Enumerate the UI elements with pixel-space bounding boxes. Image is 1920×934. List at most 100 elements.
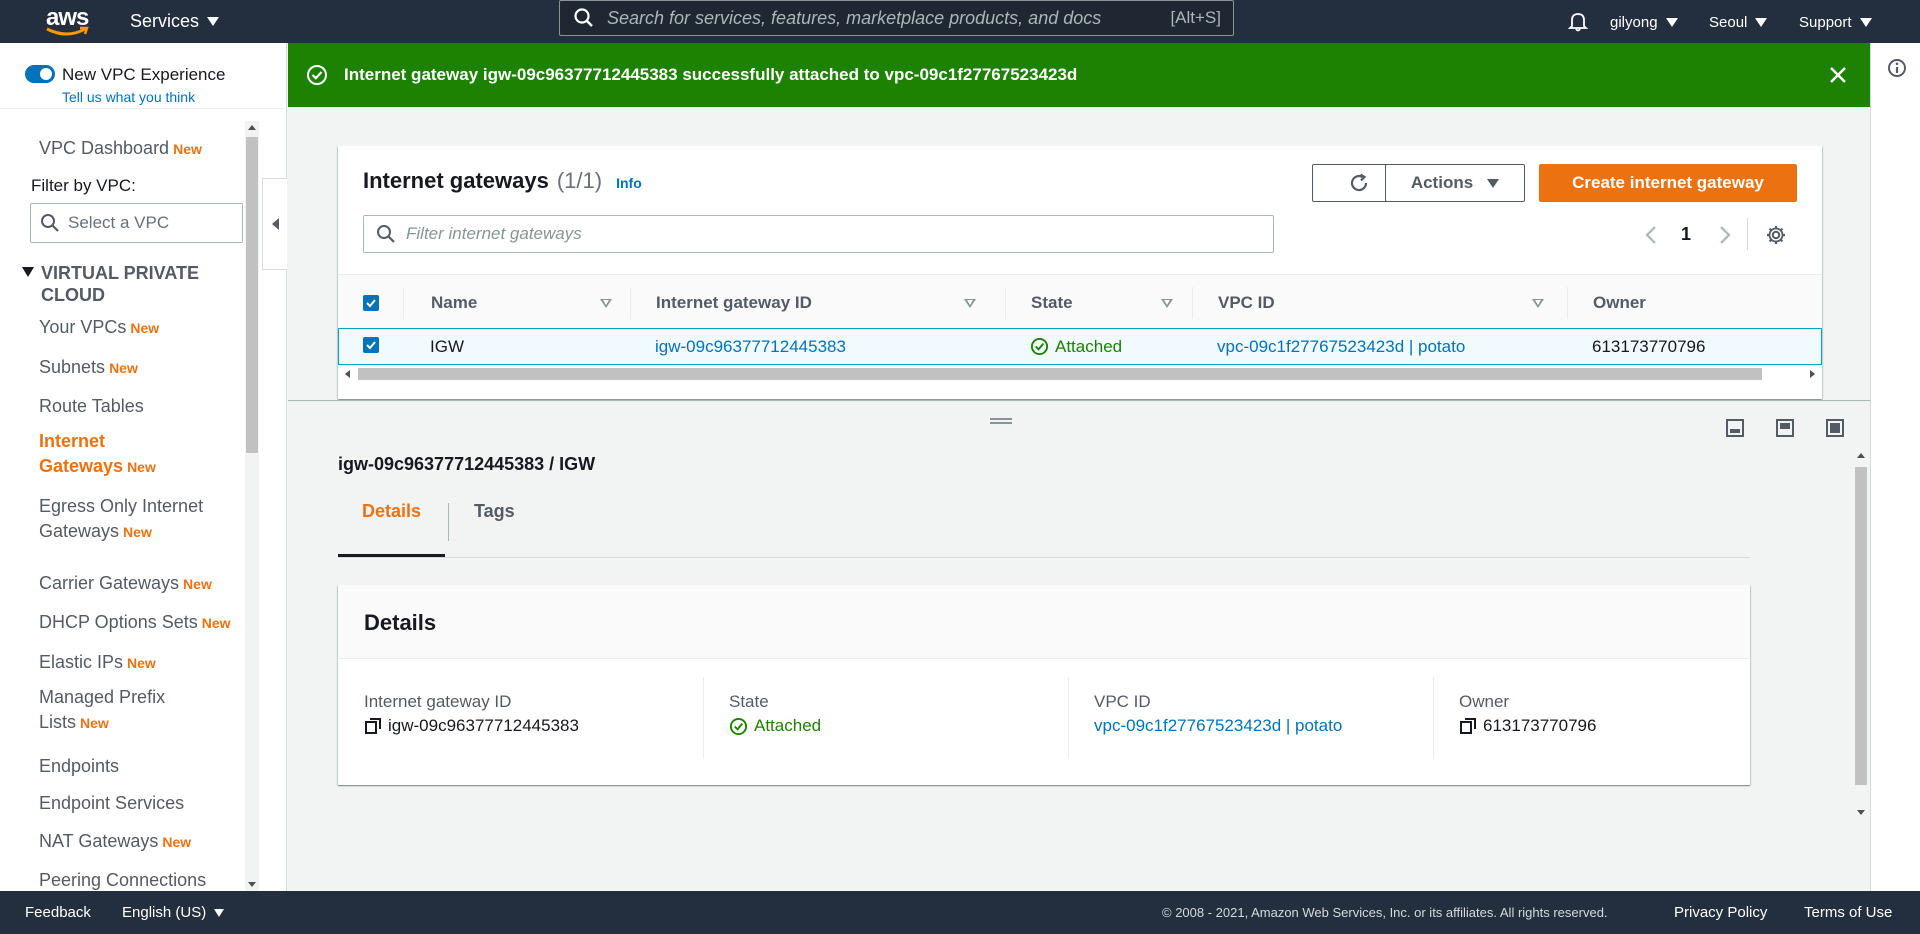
row-checkbox[interactable] [363, 337, 379, 353]
column-header-gateway-id[interactable]: Internet gateway ID [656, 275, 976, 331]
cell-gateway-id-link[interactable]: igw-09c96377712445383 [655, 329, 846, 364]
sidebar-item-nat-gateways[interactable]: NAT Gateways New [39, 829, 191, 855]
field-value-vpc-id-link[interactable]: vpc-09c1f27767523423d | potato [1094, 716, 1342, 736]
sidebar-section-vpc[interactable]: VIRTUAL PRIVATE CLOUD [41, 262, 199, 306]
new-badge: New [201, 615, 231, 631]
tab-tags[interactable]: Tags [474, 485, 515, 538]
create-label: Create internet gateway [1572, 173, 1764, 192]
column-header-state[interactable]: State [1031, 275, 1173, 331]
panel-bottom-icon[interactable] [1724, 417, 1746, 439]
aws-logo[interactable]: aws [44, 4, 92, 38]
split-scroll-thumb[interactable] [1855, 467, 1867, 785]
sidebar-item-vpc-dashboard[interactable]: VPC Dashboard New [39, 136, 202, 162]
success-flash-banner: Internet gateway igw-09c96377712445383 s… [288, 43, 1870, 107]
region-menu[interactable]: Seoul [1709, 9, 1768, 35]
scroll-up-arrow-icon[interactable] [248, 125, 256, 130]
terms-of-use-link[interactable]: Terms of Use [1804, 891, 1892, 934]
section-title-line: CLOUD [41, 285, 105, 305]
copy-icon[interactable] [364, 717, 382, 735]
sidebar-item-subnets[interactable]: Subnets New [39, 355, 138, 381]
state-label: Attached [1055, 336, 1123, 356]
column-header-name[interactable]: Name [431, 275, 621, 331]
info-icon[interactable] [1887, 58, 1907, 78]
split-panel-scrollbar[interactable] [1854, 447, 1868, 821]
services-menu[interactable]: Services [130, 8, 220, 34]
resize-handle[interactable] [990, 418, 1012, 424]
sidebar-item-label: Elastic IPs [39, 652, 124, 672]
global-search-input[interactable]: Search for services, features, marketpla… [559, 0, 1234, 36]
sidebar-scrollbar[interactable] [245, 121, 259, 891]
internet-gateways-table: Internet gateways (1/1) Info Actions Cre… [338, 146, 1822, 399]
sidebar-item-carrier-gateways[interactable]: Carrier Gateways New [39, 571, 212, 597]
panel-side-icon[interactable] [1774, 417, 1796, 439]
scroll-left-arrow-icon[interactable] [345, 370, 350, 378]
gear-icon[interactable] [1765, 224, 1787, 246]
sort-icon[interactable] [600, 299, 612, 308]
actions-dropdown[interactable]: Actions [1385, 164, 1525, 202]
sidebar-item-dhcp-options-sets[interactable]: DHCP Options Sets New [39, 610, 231, 636]
feedback-link[interactable]: Tell us what you think [62, 89, 195, 105]
table-header-title: Internet gateways (1/1) Info [363, 168, 642, 194]
field-value-owner: 613173770796 [1459, 716, 1596, 736]
sidebar-item-label: VPC Dashboard [39, 138, 170, 158]
panel-maximize-icon[interactable] [1824, 417, 1846, 439]
search-icon [574, 8, 593, 27]
new-badge: New [162, 834, 192, 850]
tab-details[interactable]: Details [338, 485, 445, 538]
scroll-right-arrow-icon[interactable] [1810, 370, 1815, 378]
sort-icon[interactable] [964, 299, 976, 308]
sidebar-item-egress-only-gateways[interactable]: Egress Only Internet Gateways New [39, 494, 203, 545]
column-header-vpc-id[interactable]: VPC ID [1218, 275, 1544, 331]
support-menu[interactable]: Support [1799, 9, 1872, 35]
sort-icon[interactable] [1532, 299, 1544, 308]
column-header-owner[interactable]: Owner [1593, 275, 1793, 331]
table-row[interactable]: IGW igw-09c96377712445383 Attached vpc-0… [338, 328, 1822, 365]
cell-vpc-id-link[interactable]: vpc-09c1f27767523423d | potato [1217, 329, 1465, 364]
sidebar-item-peering-connections[interactable]: Peering Connections [39, 868, 206, 893]
new-badge: New [80, 715, 109, 731]
sidebar-scroll-thumb[interactable] [246, 137, 258, 453]
account-name: gilyong [1610, 13, 1658, 31]
sidebar-item-endpoints[interactable]: Endpoints [39, 754, 119, 779]
sidebar-item-internet-gateways[interactable]: Internet Gateways New [39, 429, 156, 480]
scroll-up-arrow-icon[interactable] [1857, 453, 1865, 458]
footer-feedback-link[interactable]: Feedback [25, 891, 91, 934]
table-horizontal-scrollbar[interactable] [338, 365, 1822, 383]
previous-page-icon[interactable] [1644, 224, 1658, 246]
collapse-sidebar-button[interactable] [262, 178, 287, 270]
current-page[interactable]: 1 [1681, 224, 1691, 245]
next-page-icon[interactable] [1718, 224, 1732, 246]
sidebar-item-endpoint-services[interactable]: Endpoint Services [39, 791, 184, 816]
copy-icon[interactable] [1459, 717, 1477, 735]
language-selector[interactable]: English (US) [122, 891, 225, 934]
column-label: Internet gateway ID [656, 293, 812, 312]
search-icon [41, 214, 59, 232]
new-experience-toggle[interactable] [25, 65, 55, 83]
create-internet-gateway-button[interactable]: Create internet gateway [1539, 164, 1797, 202]
notifications-bell-icon[interactable] [1567, 10, 1589, 32]
sidebar-item-route-tables[interactable]: Route Tables [39, 394, 144, 419]
sidebar-item-your-vpcs[interactable]: Your VPCs New [39, 315, 159, 341]
info-link[interactable]: Info [616, 175, 642, 191]
search-placeholder: Search for services, features, marketpla… [607, 7, 1102, 28]
filter-by-vpc-label: Filter by VPC: [31, 176, 136, 195]
scroll-down-arrow-icon[interactable] [1857, 810, 1865, 815]
sidebar-item-label: Carrier Gateways [39, 573, 180, 593]
privacy-policy-link[interactable]: Privacy Policy [1674, 891, 1767, 934]
vpc-filter-select[interactable]: Select a VPC [30, 203, 243, 243]
pagination-divider [1747, 218, 1748, 250]
close-icon[interactable] [1828, 65, 1848, 85]
horizontal-scroll-thumb[interactable] [358, 368, 1762, 380]
sidebar-item-elastic-ips[interactable]: Elastic IPs New [39, 650, 156, 676]
filter-input[interactable]: Filter internet gateways [363, 215, 1274, 253]
scroll-down-arrow-icon[interactable] [248, 882, 256, 887]
column-label: Name [431, 293, 478, 312]
success-check-icon [307, 65, 327, 85]
select-all-checkbox[interactable] [363, 295, 379, 311]
cell-name: IGW [430, 336, 464, 356]
sidebar-item-managed-prefix-lists[interactable]: Managed Prefix Lists New [39, 685, 165, 736]
account-menu[interactable]: gilyong [1610, 9, 1678, 35]
sidebar-item-label: Gateways [39, 456, 124, 476]
sidebar-item-label: DHCP Options Sets [39, 612, 198, 632]
sort-icon[interactable] [1161, 299, 1173, 308]
